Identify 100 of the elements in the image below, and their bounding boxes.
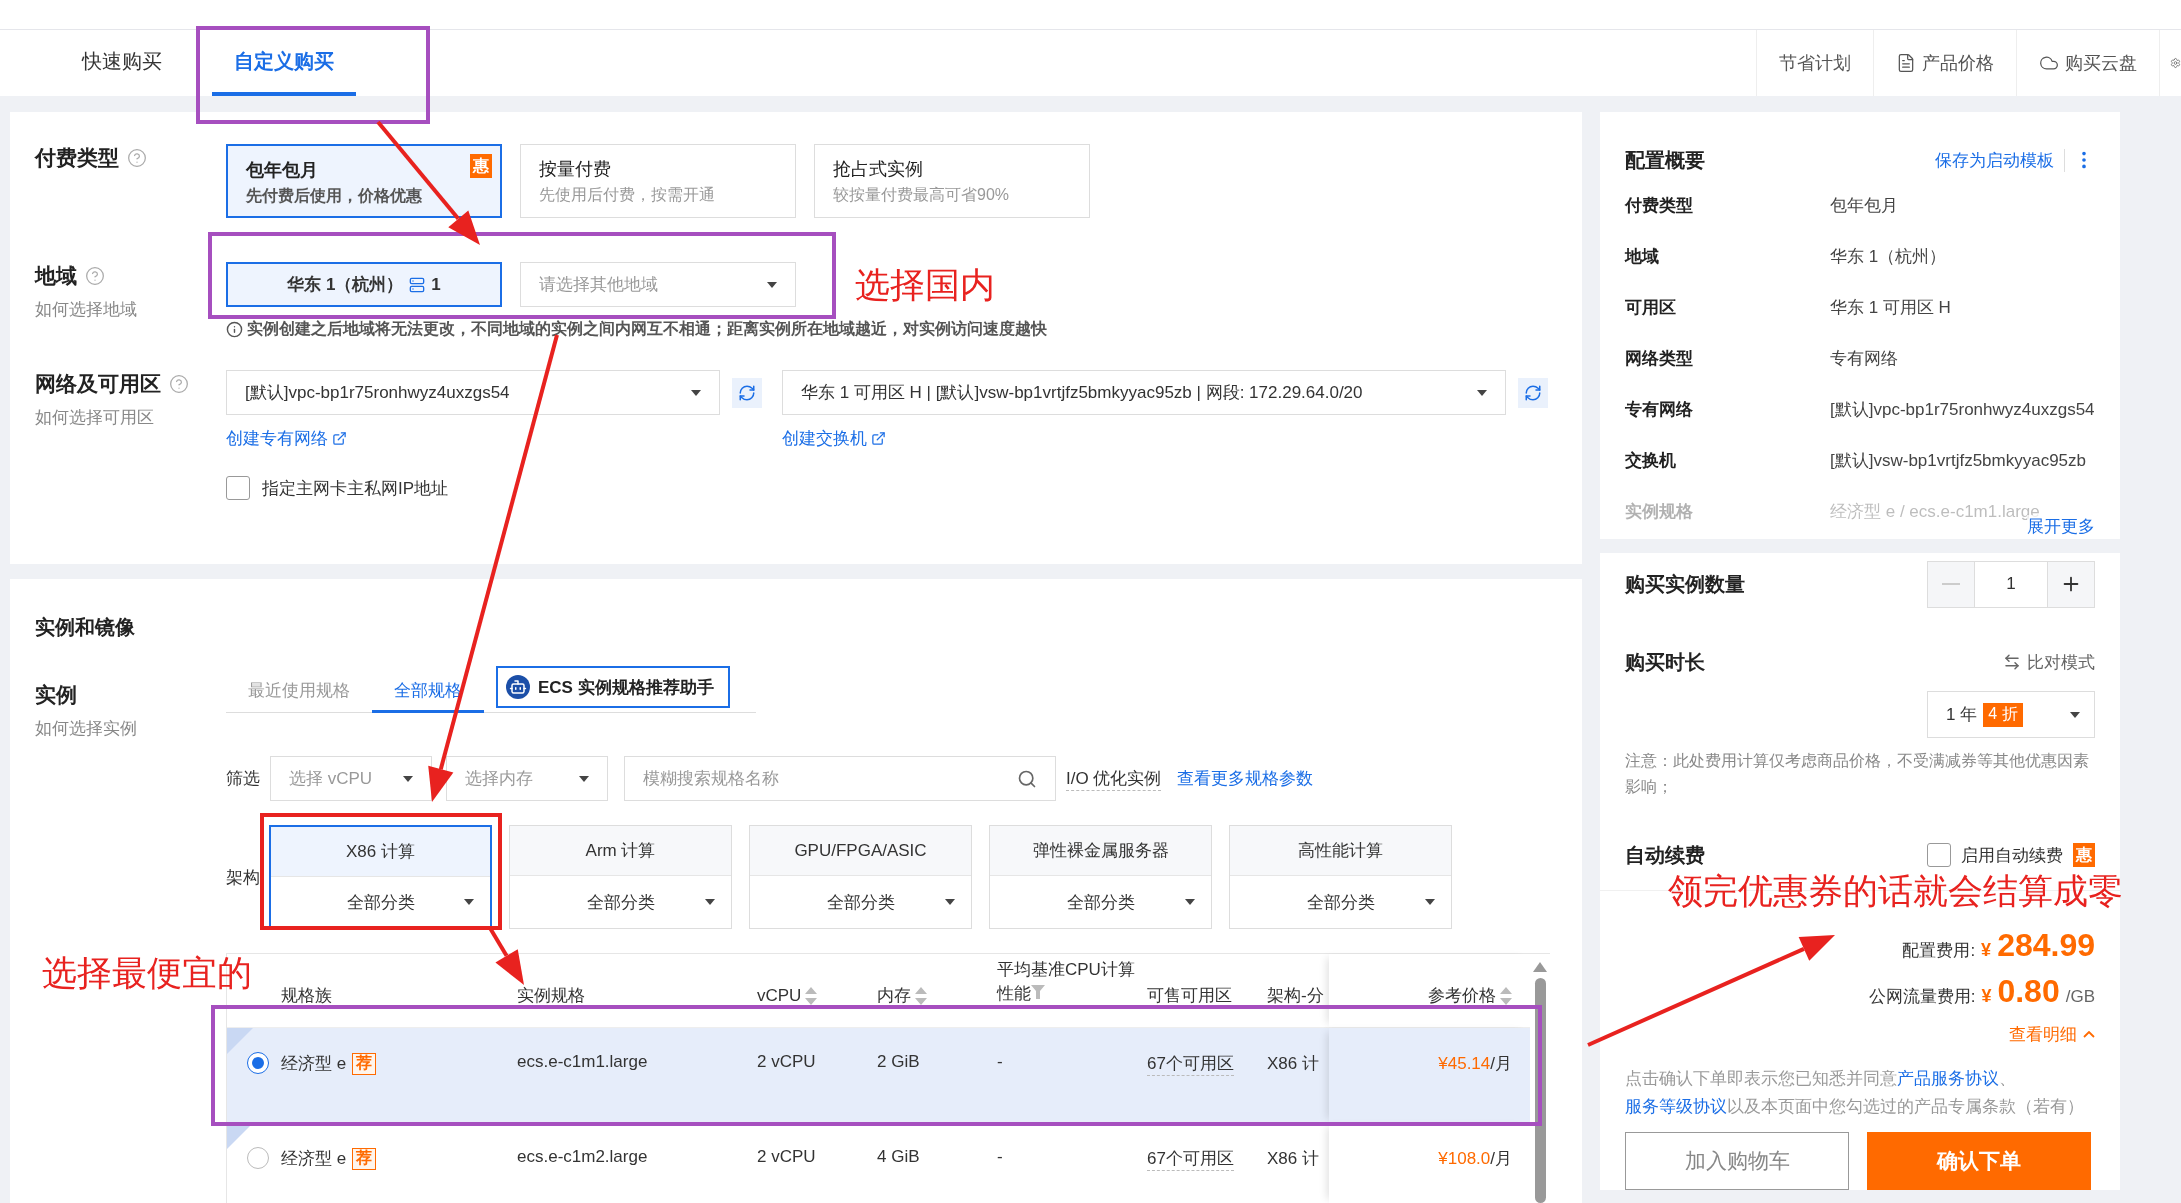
sort-icon[interactable]: [805, 986, 818, 1005]
create-vswitch-link[interactable]: 创建交换机: [782, 427, 886, 450]
help-link[interactable]: 如何选择可用区: [35, 406, 226, 429]
config-fee: 配置费用: ¥ 284.99: [1902, 927, 2095, 965]
table-cell: -: [997, 1147, 1003, 1167]
server-icon: [409, 276, 426, 293]
column-header: 参考价格: [1428, 985, 1496, 1007]
summary-label: 实例规格: [1625, 501, 1694, 523]
scroll-up-icon[interactable]: [1533, 962, 1547, 972]
info-icon: [226, 321, 243, 338]
summary-value: 专有网络: [1830, 348, 1899, 370]
architecture-card[interactable]: GPU/FPGA/ASIC 全部分类: [749, 825, 972, 929]
duration-dropdown[interactable]: 1 年 4 折: [1927, 691, 2095, 738]
scrollbar-thumb[interactable]: [1534, 978, 1546, 1203]
quantity-label: 购买实例数量: [1625, 571, 1745, 597]
agreement-link[interactable]: 产品服务协议: [1897, 1069, 1999, 1087]
billing-option[interactable]: 按量付费 先使用后付费，按需开通: [520, 144, 796, 218]
table-row[interactable]: 经济型 e 荐 ecs.e-c1m1.large 2 vCPU 2 GiB - 67个可用区 X86 计 ¥45.14/月: [227, 1028, 1530, 1123]
add-to-cart-button[interactable]: 加入购物车: [1625, 1132, 1849, 1190]
column-header: 可售可用区: [1147, 985, 1232, 1007]
corner-tag-icon: [227, 1028, 253, 1054]
checkbox[interactable]: [226, 476, 250, 500]
sort-icon[interactable]: [915, 986, 927, 1005]
annotation-text: 选择最便宜的: [42, 952, 252, 994]
help-icon[interactable]: [127, 148, 147, 168]
summary-label: 网络类型: [1625, 348, 1694, 370]
table-cell: 2 vCPU: [757, 1147, 816, 1167]
price-cell-text: ¥108.0/月: [1438, 1148, 1512, 1170]
option-title: 包年包月: [246, 159, 318, 182]
radio-button[interactable]: [247, 1052, 269, 1074]
caret-icon: [1477, 389, 1487, 396]
table-row[interactable]: 经济型 e 荐 ecs.e-c1m2.large 2 vCPU 4 GiB - 67个可用区 X86 计 ¥108.0/月: [227, 1123, 1530, 1203]
save-template-link[interactable]: 保存为启动模板: [1935, 148, 2065, 172]
compare-mode-link[interactable]: 比对模式: [2003, 650, 2095, 674]
assistant-button[interactable]: ECS 实例规格推荐助手: [496, 666, 730, 708]
annotation-text: 选择国内: [855, 264, 995, 306]
field-label: 地域: [35, 263, 77, 289]
option-description: 较按量付费最高可省90%: [833, 185, 1010, 205]
vpc-dropdown[interactable]: [默认]vpc-bp1r75ronhwyz4uxzgs54: [226, 370, 720, 415]
architecture-card[interactable]: Arm 计算 全部分类: [509, 825, 732, 929]
radio-button[interactable]: [247, 1147, 269, 1169]
table-cell: 67个可用区: [1147, 1147, 1234, 1171]
architecture-card[interactable]: X86 计算 全部分类: [269, 825, 492, 929]
agreement-link[interactable]: 服务等级协议: [1625, 1097, 1727, 1115]
help-icon[interactable]: [85, 266, 105, 286]
panel-title: 配置概要: [1625, 147, 1705, 173]
checkbox[interactable]: [1927, 843, 1951, 867]
option-description: 先付费后使用，价格优惠: [246, 186, 422, 206]
price-cell-text: ¥45.14/月: [1438, 1053, 1512, 1075]
search-icon[interactable]: [1017, 768, 1037, 789]
summary-value: 包年包月: [1830, 195, 1899, 217]
vswitch-dropdown[interactable]: 华东 1 可用区 H | [默认]vsw-bp1vrtjfz5bmkyyac95zb | 网段: 172.29.64.0/20: [782, 370, 1506, 415]
filter-icon[interactable]: [1031, 985, 1045, 999]
document-icon: [1896, 53, 1916, 73]
table-cell: -: [997, 1052, 1003, 1072]
caret-icon: [2070, 711, 2080, 718]
summary-label: 专有网络: [1625, 399, 1694, 421]
caret-icon: [403, 775, 413, 782]
region-button[interactable]: 华东 1（杭州） 1: [226, 262, 502, 307]
summary-value: [默认]vpc-bp1r75ronhwyz4uxzgs54: [1830, 399, 2095, 421]
minus-icon: [1942, 583, 1960, 585]
architecture-card[interactable]: 弹性裸金属服务器 全部分类: [989, 825, 1212, 929]
annotation-text: 领完优惠券的话就会结算成零: [1668, 870, 2123, 912]
column-header: 规格族: [281, 983, 332, 1008]
table-cell: ecs.e-c1m2.large: [517, 1147, 648, 1167]
chevron-up-icon: [2083, 1031, 2095, 1038]
caret-icon: [691, 389, 701, 396]
page-tab[interactable]: 自定义购买: [212, 30, 356, 96]
header-link[interactable]: 产品价格: [1873, 30, 2016, 96]
table-cell: 2 vCPU: [757, 1052, 816, 1072]
architecture-card[interactable]: 高性能计算 全部分类: [1229, 825, 1452, 929]
table-cell-text: X86 计: [1267, 1053, 1319, 1075]
help-link[interactable]: 如何选择实例: [35, 717, 226, 740]
help-icon[interactable]: [169, 374, 189, 394]
refresh-button[interactable]: [1518, 377, 1548, 408]
header-link[interactable]: 购买云盘: [2016, 30, 2159, 96]
page-tab[interactable]: 快速购买: [60, 30, 184, 96]
field-label: 付费类型: [35, 145, 119, 171]
expand-more-link[interactable]: 展开更多: [2027, 515, 2095, 538]
header-link[interactable]: 节省计划: [1756, 30, 1873, 96]
refresh-button[interactable]: [732, 377, 762, 408]
increase-button[interactable]: [2048, 561, 2094, 607]
billing-option[interactable]: 抢占式实例 较按量付费最高可省90%: [814, 144, 1090, 218]
table-cell: 4 GiB: [877, 1147, 920, 1167]
column-header: 内存: [877, 985, 911, 1007]
field-label: 实例: [35, 682, 77, 708]
billing-option[interactable]: 包年包月 先付费后使用，价格优惠 惠: [226, 144, 502, 218]
create-vpc-link[interactable]: 创建专有网络: [226, 427, 782, 450]
discount-badge: 惠: [2073, 843, 2095, 867]
caret-icon: [767, 281, 777, 288]
caret-icon: [1425, 899, 1435, 905]
help-link[interactable]: 如何选择地域: [35, 298, 226, 321]
quantity-stepper[interactable]: 1: [1927, 560, 2095, 608]
column-header: 实例规格: [517, 985, 585, 1007]
caret-icon: [464, 899, 474, 905]
spec-tab[interactable]: 全部规格: [372, 671, 484, 713]
sort-icon[interactable]: [1500, 986, 1512, 1005]
filter-label: 筛选: [226, 768, 260, 790]
more-params-link[interactable]: 查看更多规格参数: [1177, 767, 1314, 790]
refresh-icon: [738, 383, 756, 402]
